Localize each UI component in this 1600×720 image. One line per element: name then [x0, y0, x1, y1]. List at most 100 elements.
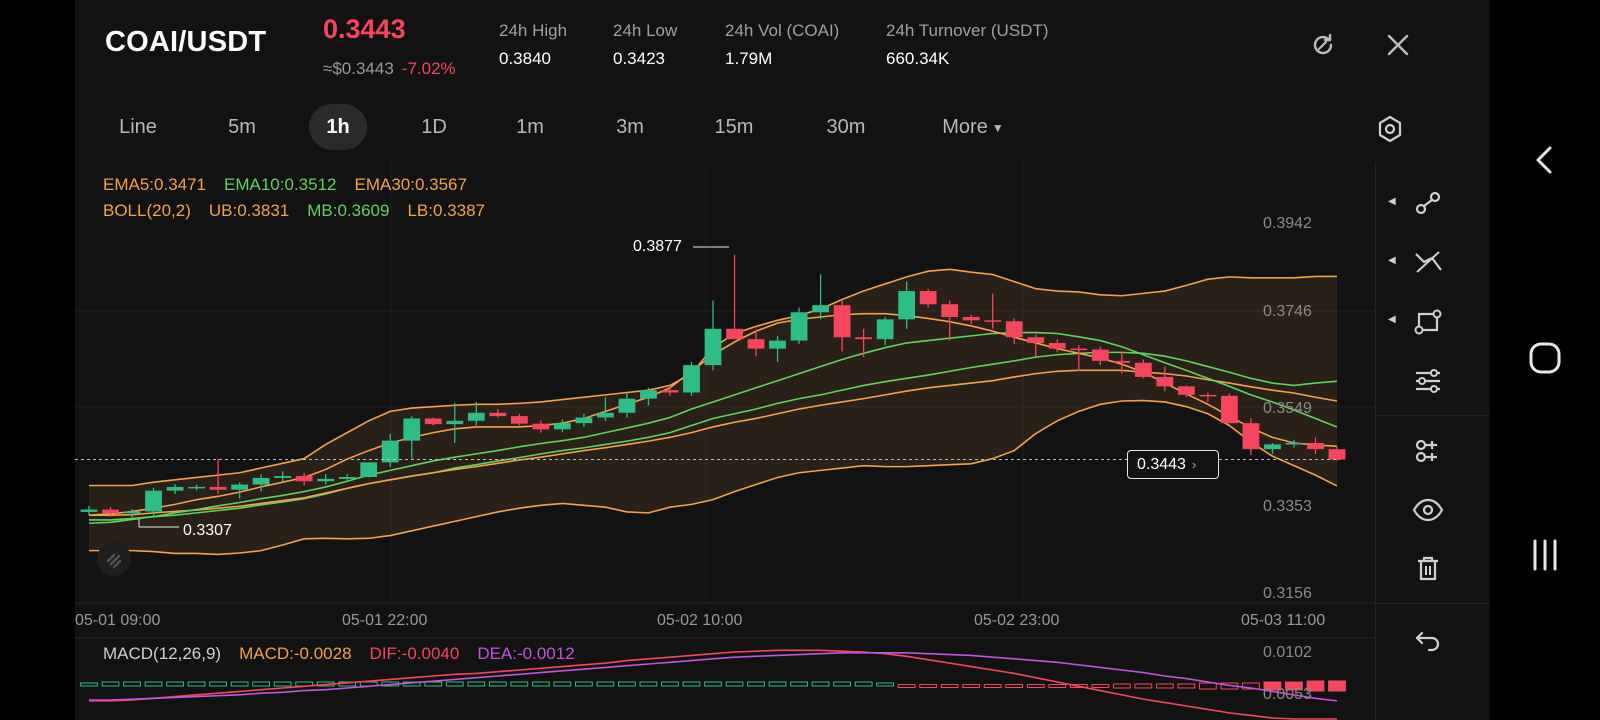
y-tick-label: 0.3353: [1263, 498, 1312, 515]
macd-value-label: MACD:-0.0028: [239, 644, 352, 663]
y-tick-label: 0.3942: [1263, 215, 1312, 232]
macd-histogram-bar: [833, 681, 851, 687]
candle-body: [403, 418, 421, 441]
candle-body: [661, 390, 679, 393]
drawing-toolbar: ◀ ◀ ◀: [1375, 163, 1491, 720]
macd-histogram-bar: [682, 681, 701, 687]
chart-screen: COAI/USDT 0.3443 ≈$0.3443 -7.02% 24h High…: [75, 0, 1491, 720]
candle-body: [274, 476, 292, 478]
candle-body: [446, 420, 464, 425]
stat-value: 0.3423: [613, 49, 665, 68]
line-tool-icon[interactable]: ◀: [1388, 183, 1448, 223]
macd-histogram-bar: [661, 681, 679, 687]
interval-tabs: Line 5m 1h 1D 1m 3m 15m 30m More ▼: [75, 104, 1490, 154]
refresh-icon[interactable]: [1308, 30, 1338, 60]
candle-body: [1242, 423, 1260, 450]
chart-settings-icon[interactable]: [1375, 114, 1405, 144]
tab-5m[interactable]: 5m: [203, 104, 281, 150]
tab-1m[interactable]: 1m: [491, 104, 569, 150]
macd-histogram-bar: [854, 681, 873, 687]
candle-body: [941, 304, 959, 317]
last-price: 0.3443: [323, 14, 406, 44]
tab-more[interactable]: More ▼: [923, 104, 1023, 150]
tab-1h[interactable]: 1h: [309, 104, 367, 150]
toolbar-divider: [1376, 415, 1491, 416]
candle-body: [575, 417, 593, 424]
toolbar-divider: [1376, 603, 1491, 604]
close-icon[interactable]: [1383, 30, 1413, 60]
candlestick-chart[interactable]: [75, 163, 1375, 720]
macd-histogram-bar: [144, 681, 163, 687]
shape-tool-icon[interactable]: ◀: [1388, 301, 1448, 341]
candle-body: [919, 291, 937, 305]
chart-area[interactable]: EMA5:0.3471 EMA10:0.3512 EMA30:0.3567 BOLL…: [75, 163, 1490, 720]
candle-body: [532, 423, 550, 430]
back-icon[interactable]: [1510, 130, 1580, 190]
x-tick-label: 05-01 09:00: [75, 612, 161, 629]
candle-body: [1156, 376, 1174, 387]
pair-title[interactable]: COAI/USDT: [105, 26, 266, 59]
trash-icon[interactable]: [1408, 549, 1448, 589]
candle-body: [1070, 348, 1088, 351]
ema30-label: EMA30:0.3567: [354, 175, 467, 194]
recents-icon[interactable]: [1510, 525, 1580, 585]
usd-price: ≈$0.3443: [323, 59, 394, 78]
candle-body: [984, 320, 1002, 322]
macd-histogram-bar: [704, 681, 722, 687]
x-tick-label: 05-02 10:00: [657, 612, 743, 629]
candle-body: [1199, 394, 1217, 397]
candle-body: [597, 412, 614, 418]
x-tick-label: 05-01 22:00: [342, 612, 428, 629]
macd-histogram-bar: [553, 681, 572, 687]
macd-legend: MACD(12,26,9) MACD:-0.0028 DIF:-0.0040 DEA:…: [103, 644, 575, 664]
tab-15m[interactable]: 15m: [695, 104, 773, 150]
macd-histogram-bar: [639, 681, 658, 687]
macd-histogram-bar: [488, 681, 507, 687]
undo-icon[interactable]: [1408, 619, 1448, 659]
candle-body: [833, 305, 851, 338]
tab-line[interactable]: Line: [99, 104, 177, 150]
macd-histogram-bar: [187, 681, 206, 687]
macd-histogram-bar: [768, 681, 787, 687]
current-price-tag[interactable]: 0.3443 ›: [1127, 450, 1219, 479]
macd-histogram-bar: [1048, 684, 1067, 688]
cross-tool-icon[interactable]: ◀: [1388, 242, 1448, 282]
home-icon[interactable]: [1510, 328, 1580, 388]
candle-body: [80, 509, 98, 512]
settings-sliders-icon[interactable]: [1408, 361, 1448, 401]
ema-legend: EMA5:0.3471 EMA10:0.3512 EMA30:0.3567: [103, 175, 467, 195]
candle-body: [790, 312, 808, 341]
macd-histogram-bar: [467, 681, 486, 687]
stat-value: 0.3840: [499, 49, 551, 68]
macd-histogram-bar: [273, 681, 292, 687]
caret-down-icon: ▼: [991, 120, 1004, 135]
macd-histogram-bar: [1112, 683, 1131, 689]
candle-body: [338, 476, 356, 479]
tab-30m[interactable]: 30m: [807, 104, 885, 150]
stat-value: 1.79M: [725, 49, 773, 68]
stat-label: 24h Turnover (USDT): [886, 21, 1049, 40]
boll-lb-label: LB:0.3387: [407, 201, 485, 220]
system-nav-bar: [1490, 0, 1600, 720]
tab-3m[interactable]: 3m: [591, 104, 669, 150]
macd-histogram-bar: [1155, 683, 1174, 689]
candle-body: [188, 486, 205, 489]
expand-arrow-icon: ◀: [1388, 196, 1396, 207]
candle-body: [855, 337, 873, 340]
candle-body: [640, 390, 657, 399]
eye-icon[interactable]: [1408, 490, 1448, 530]
tab-1d[interactable]: 1D: [395, 104, 473, 150]
boll-ub-label: UB:0.3831: [208, 201, 290, 220]
candle-body: [747, 339, 765, 349]
stat-label: 24h Low: [613, 21, 678, 40]
indicator-icon[interactable]: [1408, 431, 1448, 471]
boll-mb-label: MB:0.3609: [307, 201, 390, 220]
macd-tick-label: 0.0102: [1263, 644, 1312, 661]
boll-label: BOLL(20,2): [103, 201, 191, 220]
current-price-value: 0.3443: [1137, 456, 1186, 473]
price-sub: ≈$0.3443 -7.02%: [323, 59, 456, 79]
macd-histogram-bar: [1134, 683, 1153, 689]
macd-histogram-bar: [747, 681, 765, 687]
macd-histogram-bar: [1091, 684, 1110, 688]
candle-body: [1091, 349, 1109, 361]
